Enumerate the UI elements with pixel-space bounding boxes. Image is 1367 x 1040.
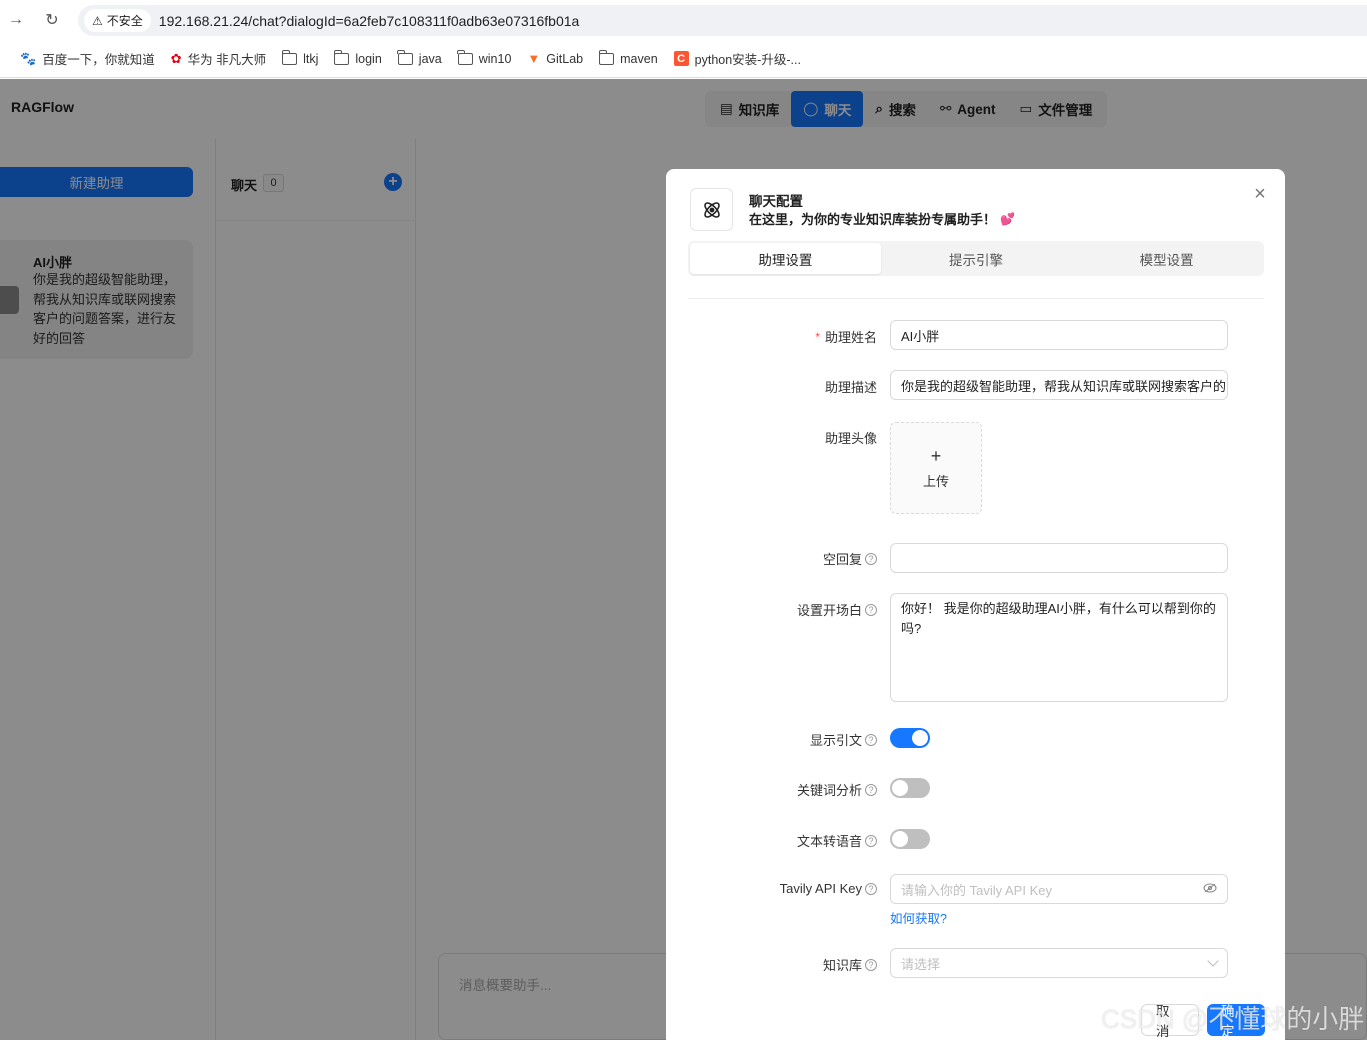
toggle-knob: [892, 831, 908, 847]
close-icon[interactable]: ×: [1251, 184, 1269, 204]
assistant-name-input[interactable]: AI小胖: [890, 320, 1228, 350]
description-label: 助理描述: [824, 380, 877, 395]
bookmark-gitlab[interactable]: ▼ GitLab: [527, 51, 583, 66]
help-icon[interactable]: ?: [865, 733, 877, 746]
forward-icon[interactable]: →: [4, 8, 28, 32]
baidu-icon: 🐾: [20, 50, 37, 66]
opener-label: 设置开场白?: [797, 600, 877, 619]
bookmark-python[interactable]: Cpython安装-升级-...: [673, 49, 801, 68]
modal-subtitle: 在这里，为你的专业知识库装扮专属助手！ 💕: [749, 211, 1015, 228]
avatar-label: 助理头像: [824, 431, 877, 446]
keyword-analysis-toggle[interactable]: [890, 778, 930, 798]
watermark: CSDN @不懂球的小胖: [1101, 1004, 1365, 1034]
eye-slash-icon[interactable]: [1203, 883, 1217, 893]
show-quote-toggle[interactable]: [890, 728, 930, 748]
bookmark-win10[interactable]: win10: [457, 49, 511, 66]
security-badge[interactable]: ⚠ 不安全: [84, 9, 151, 32]
csdn-icon: C: [673, 51, 689, 66]
kb-label: 知识库?: [823, 955, 877, 974]
tab-assistant-settings[interactable]: 助理设置: [690, 243, 881, 274]
hearts-icon: 💕: [1000, 211, 1015, 226]
folder-icon: [333, 49, 350, 65]
tavily-api-key-input[interactable]: 请输入你的 Tavily API Key: [890, 874, 1228, 904]
toggle-knob: [892, 780, 908, 796]
bookmark-baidu[interactable]: 🐾 百度一下，你就知道: [20, 49, 155, 68]
assistant-description-input[interactable]: 你是我的超级智能助理，帮我从知识库或联网搜索客户的: [890, 370, 1228, 400]
avatar-upload-button[interactable]: + 上传: [890, 422, 982, 514]
help-icon[interactable]: ?: [865, 783, 877, 796]
reload-icon[interactable]: ↻: [40, 8, 64, 32]
empty-reply-input[interactable]: [890, 543, 1228, 573]
tavily-label: Tavily API Key?: [780, 881, 877, 896]
bookmark-java[interactable]: java: [397, 49, 442, 66]
bookmark-ltkj[interactable]: ltkj: [281, 49, 318, 66]
help-icon[interactable]: ?: [865, 882, 877, 895]
bookmark-maven[interactable]: maven: [598, 49, 658, 66]
atom-icon: [690, 188, 733, 231]
folder-icon: [397, 49, 413, 65]
help-icon[interactable]: ?: [865, 834, 877, 847]
tts-toggle[interactable]: [890, 829, 930, 849]
knowledge-base-select[interactable]: 请选择: [890, 948, 1228, 978]
name-label: * 助理姓名: [815, 329, 877, 346]
modal-title: 聊天配置: [749, 194, 803, 209]
help-icon[interactable]: ?: [865, 958, 877, 971]
folder-icon: [457, 49, 473, 65]
config-tabs: 助理设置 提示引擎 模型设置: [688, 241, 1264, 276]
keyword-label: 关键词分析?: [797, 780, 877, 799]
gitlab-icon: ▼: [527, 51, 541, 66]
folder-icon: [598, 49, 615, 65]
bookmark-login[interactable]: login: [333, 49, 382, 66]
show-quote-label: 显示引文?: [810, 730, 877, 749]
tts-label: 文本转语音?: [797, 831, 877, 850]
tab-model-settings[interactable]: 模型设置: [1071, 243, 1262, 274]
chat-config-modal: 聊天配置 在这里，为你的专业知识库装扮专属助手！ 💕 × 助理设置 提示引擎 模…: [666, 169, 1285, 1040]
opener-textarea[interactable]: 你好！ 我是你的超级助理AI小胖，有什么可以帮到你的吗?: [890, 593, 1228, 702]
divider: [688, 298, 1264, 299]
required-marker: *: [815, 329, 820, 344]
folder-icon: [281, 49, 298, 65]
help-icon[interactable]: ?: [865, 552, 877, 565]
how-to-get-link[interactable]: 如何获取?: [890, 908, 947, 927]
tab-prompt-engine[interactable]: 提示引擎: [881, 243, 1072, 274]
address-bar[interactable]: ⚠ 不安全 192.168.21.24/chat?dialogId=6a2feb…: [78, 5, 1367, 36]
huawei-icon: ✿: [170, 50, 182, 66]
warning-icon: ⚠: [92, 13, 103, 28]
bookmarks-bar: 🐾 百度一下，你就知道 ✿ 华为 非凡大师 ltkj login java win1…: [0, 40, 1367, 78]
toggle-knob: [912, 730, 928, 746]
browser-toolbar: → ↻ ⚠ 不安全 192.168.21.24/chat?dialogId=6a…: [0, 0, 1367, 40]
chevron-down-icon: [1207, 955, 1219, 967]
empty-reply-label: 空回复?: [823, 549, 877, 568]
bookmark-huawei[interactable]: ✿ 华为 非凡大师: [171, 49, 266, 68]
url-text: 192.168.21.24/chat?dialogId=6a2feb7c1083…: [158, 12, 580, 29]
help-icon[interactable]: ?: [865, 603, 877, 616]
plus-icon: +: [930, 445, 942, 466]
